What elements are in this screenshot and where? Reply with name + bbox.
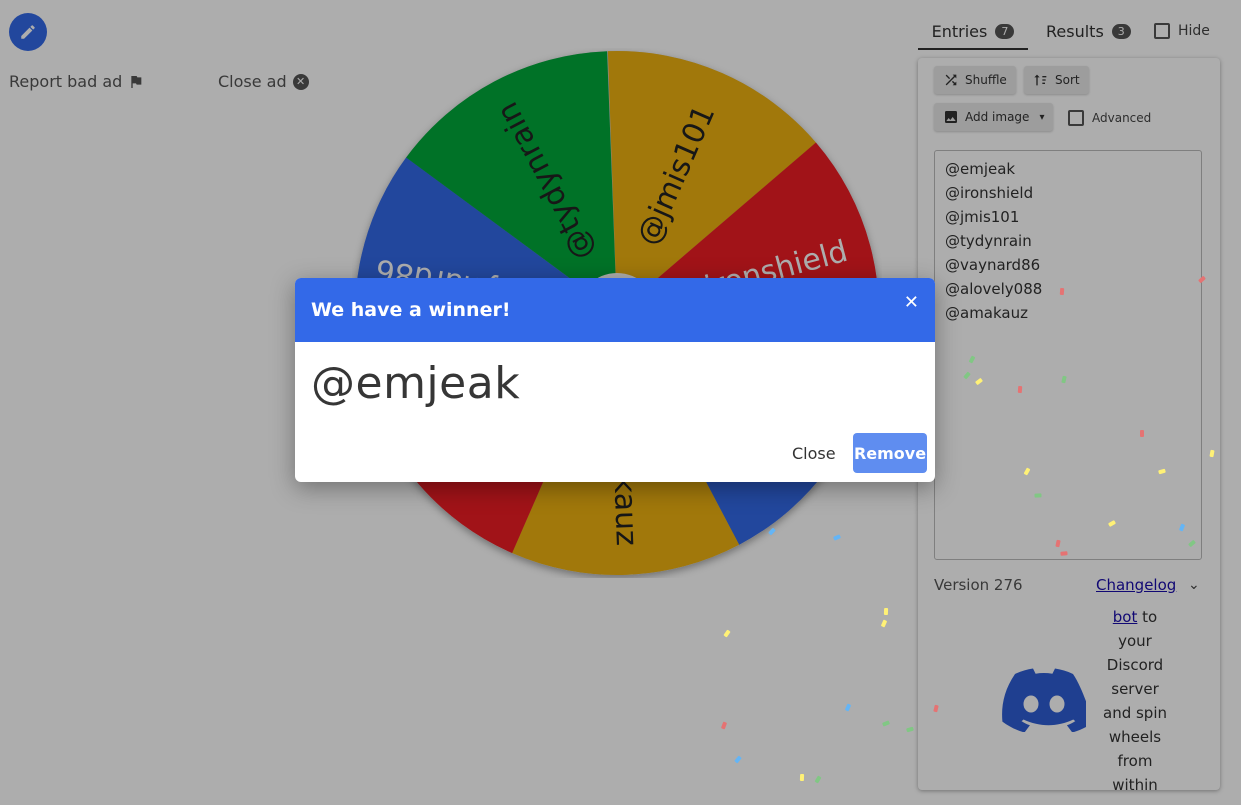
confetti-piece: [1034, 493, 1042, 498]
page: Report bad ad Close ad ✕ @jmis101 @ironsh…: [0, 0, 1241, 805]
confetti-piece: [1017, 385, 1023, 394]
confetti-piece: [1059, 287, 1065, 296]
winner-dialog: We have a winner! ✕ @emjeak Close Remove: [295, 278, 935, 482]
dialog-header: We have a winner! ✕: [295, 278, 935, 342]
dialog-title: We have a winner!: [311, 299, 511, 321]
winner-name: @emjeak: [311, 358, 521, 409]
confetti-piece: [799, 773, 805, 782]
confetti-piece: [883, 607, 889, 616]
close-icon[interactable]: ✕: [904, 292, 919, 313]
confetti-piece: [1060, 551, 1068, 556]
confetti-piece: [1140, 430, 1144, 437]
close-button[interactable]: Close: [782, 433, 846, 473]
remove-button[interactable]: Remove: [853, 433, 927, 473]
